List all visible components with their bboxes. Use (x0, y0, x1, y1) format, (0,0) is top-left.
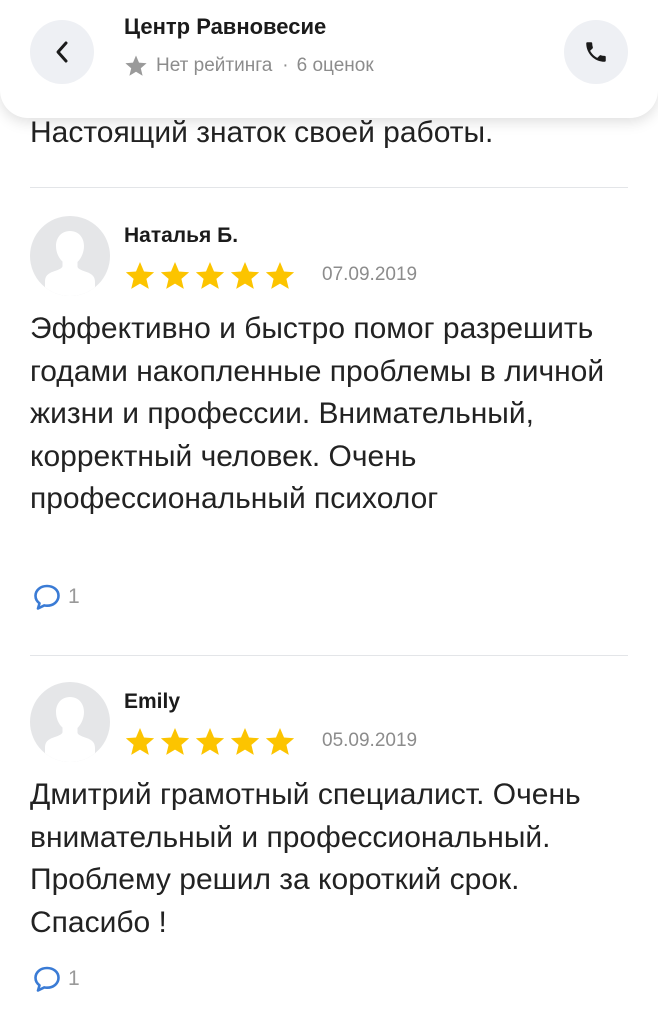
chevron-left-icon (56, 41, 68, 63)
rating-count: 6 оценок (296, 55, 374, 76)
star-filled-icon (125, 728, 155, 755)
comments-button[interactable]: 1 (32, 964, 80, 994)
user-silhouette-icon (45, 697, 95, 762)
star-filled-icon (230, 728, 260, 755)
review-text: Эффективно и быстро помог разрешить года… (30, 312, 605, 515)
avatar[interactable] (30, 682, 110, 762)
back-button[interactable] (30, 20, 94, 84)
comments-button[interactable]: 1 (32, 582, 80, 612)
star-filled-icon (160, 728, 190, 755)
rating-text: Нет рейтинга (156, 55, 273, 76)
previous-review-text: Настоящий знаток своей работы. (30, 116, 494, 149)
review-divider (30, 187, 628, 188)
star-filled-icon (265, 262, 295, 289)
review-stars (124, 726, 299, 758)
user-silhouette-icon (45, 231, 95, 296)
review-date: 07.09.2019 (322, 264, 418, 285)
star-filled-icon (125, 262, 155, 289)
review-date: 05.09.2019 (322, 730, 418, 751)
review-author[interactable]: Наталья Б. (124, 224, 238, 248)
star-filled-icon (265, 728, 295, 755)
star-filled-icon (195, 262, 225, 289)
star-icon (125, 55, 147, 76)
star-filled-icon (160, 262, 190, 289)
call-button[interactable] (564, 20, 628, 84)
comment-bubble-icon (34, 966, 60, 992)
comments-count: 1 (68, 585, 80, 608)
phone-icon (586, 42, 606, 62)
star-filled-icon (195, 728, 225, 755)
rating-summary: Нет рейтинга · 6 оценок (124, 54, 374, 78)
review-divider (30, 655, 628, 656)
star-filled-icon (230, 262, 260, 289)
org-header: Центр Равновесие Нет рейтинга · 6 оценок (0, 0, 658, 118)
review-text: Дмитрий грамотный специалист. Очень вним… (30, 778, 581, 939)
avatar[interactable] (30, 216, 110, 296)
review-stars (124, 260, 299, 292)
review-author[interactable]: Emily (124, 690, 180, 714)
comments-count: 1 (68, 967, 80, 990)
comment-bubble-icon (34, 584, 60, 610)
separator-dot: · (282, 55, 289, 76)
org-title: Центр Равновесие (124, 14, 327, 39)
